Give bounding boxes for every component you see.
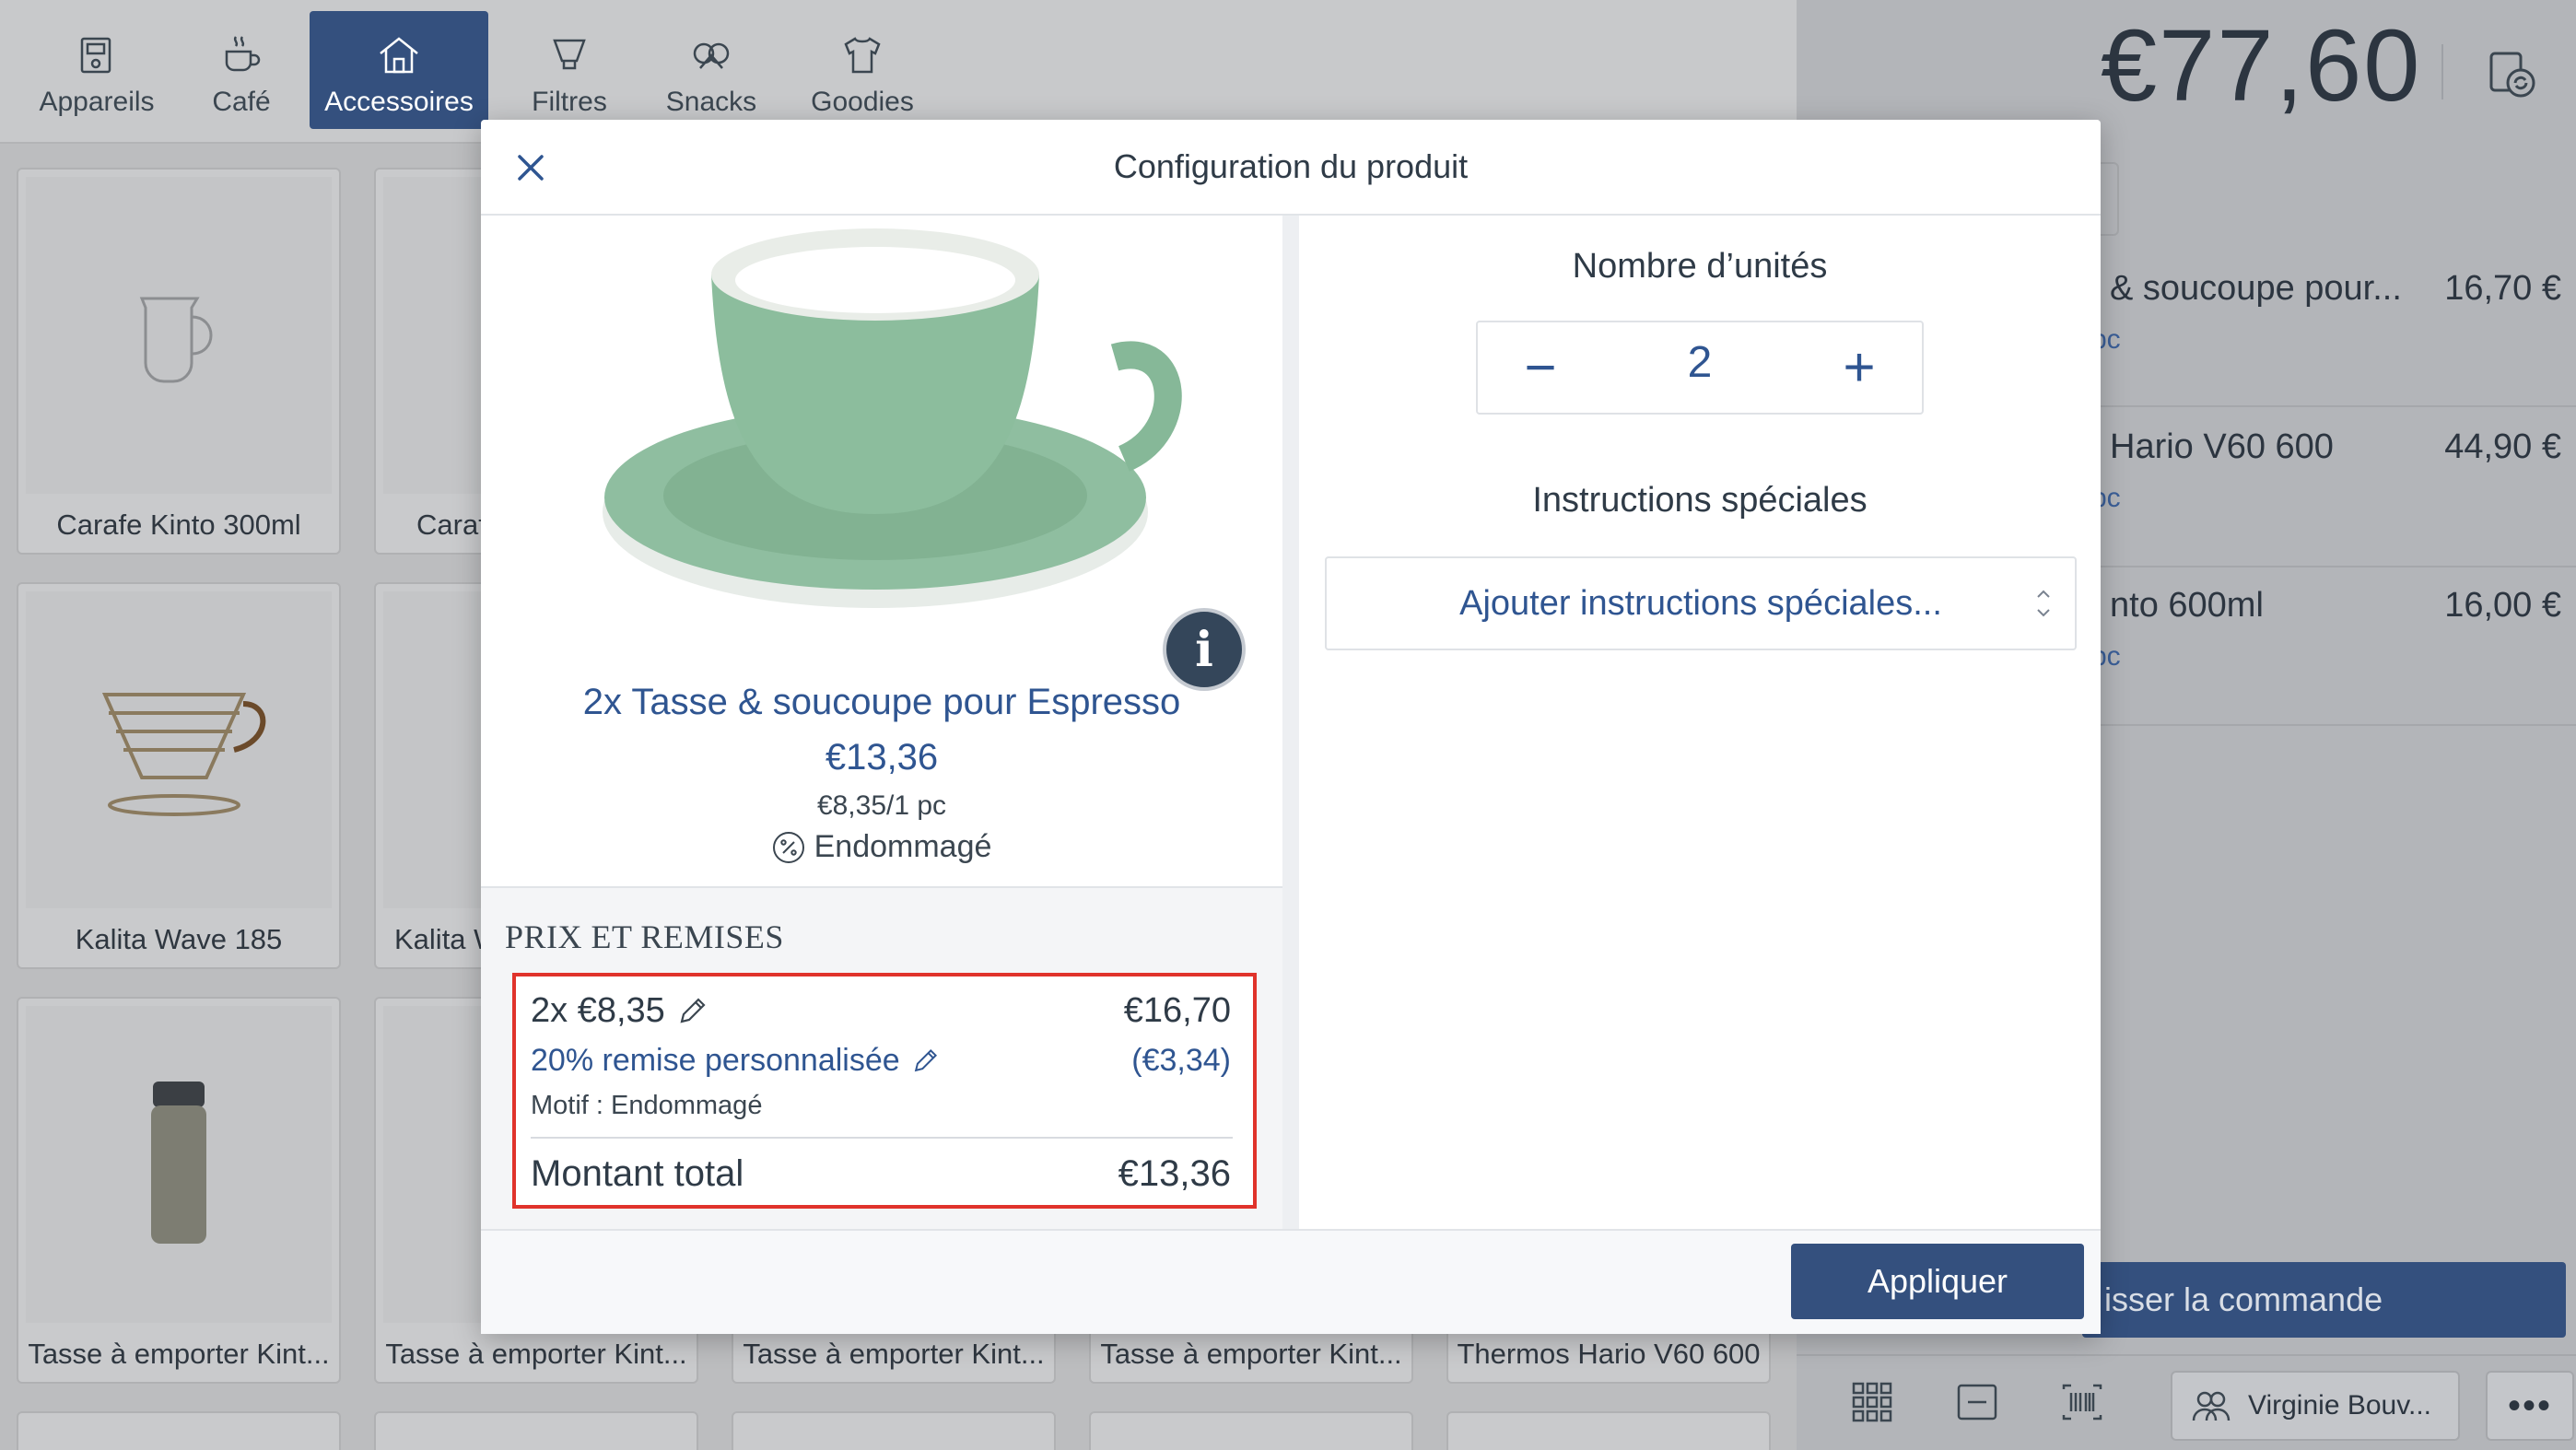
chevron-updown-icon xyxy=(2037,590,2050,617)
product-label: Tasse à emporter Kint... xyxy=(28,1338,330,1370)
category-label: Filtres xyxy=(532,87,607,117)
coffee-cup-icon xyxy=(225,36,261,72)
users-icon xyxy=(2192,1391,2231,1421)
pricing-section-title: PRIX ET REMISES xyxy=(505,918,784,955)
category-appareils[interactable]: Appareils xyxy=(18,11,175,129)
cart-item-name: & soucoupe pour... xyxy=(2110,269,2402,308)
product-tile[interactable] xyxy=(17,1411,341,1450)
category-label: Appareils xyxy=(39,87,155,117)
product-tile[interactable] xyxy=(1089,1411,1413,1450)
customer-switch-icon[interactable] xyxy=(2484,46,2541,103)
filter-icon xyxy=(553,39,586,70)
close-icon[interactable] xyxy=(509,146,553,190)
discount-reason-label: Endommagé xyxy=(814,829,992,864)
modal-title: Configuration du produit xyxy=(1113,147,1469,185)
discount-motif: Motif : Endommagé xyxy=(531,1091,763,1120)
discount-reason: Endommagé xyxy=(483,829,1281,865)
apply-button[interactable]: Appliquer xyxy=(1791,1244,2084,1319)
modal-divider xyxy=(1282,216,1299,1229)
product-price: €13,36 xyxy=(825,737,939,778)
product-tile[interactable]: Carafe Kinto 300ml xyxy=(17,168,341,555)
cart-item-name: nto 600ml xyxy=(2110,586,2264,625)
discount-row[interactable]: 20% remise personnalisée xyxy=(531,1043,941,1079)
cart-total: €77,60 xyxy=(2101,9,2422,123)
discount-line: 20% remise personnalisée xyxy=(531,1043,900,1078)
home-icon xyxy=(380,37,418,74)
place-order-button[interactable]: isser la commande xyxy=(2082,1262,2566,1338)
appliance-icon xyxy=(80,37,111,74)
discount-amount: (€3,34) xyxy=(1131,1043,1231,1078)
pretzel-icon xyxy=(693,42,730,69)
decrement-button[interactable]: − xyxy=(1511,332,1570,402)
divider xyxy=(2441,44,2443,99)
increment-button[interactable]: + xyxy=(1830,332,1889,402)
total-label: Montant total xyxy=(531,1153,744,1194)
category-goodies[interactable]: Goodies xyxy=(792,11,932,129)
pencil-icon[interactable] xyxy=(674,994,709,1029)
unit-price-row[interactable]: 2x €8,35 xyxy=(531,991,709,1031)
product-tile[interactable]: Tasse à emporter Kint... xyxy=(17,997,341,1384)
tshirt-icon xyxy=(844,37,881,74)
unit-price-amount: €16,70 xyxy=(1123,991,1231,1030)
category-label: Accessoires xyxy=(324,87,474,117)
category-label: Café xyxy=(212,87,271,117)
units-label: Nombre d’unités xyxy=(1572,247,1828,286)
minus-box-icon[interactable] xyxy=(1953,1378,2001,1426)
product-name: 2x Tasse & soucoupe pour Espresso xyxy=(582,682,1181,722)
percent-icon xyxy=(772,831,804,863)
product-unit-price: €8,35/1 pc xyxy=(816,790,947,821)
grid-view-icon[interactable] xyxy=(1848,1378,1896,1426)
category-filtres[interactable]: Filtres xyxy=(505,11,634,129)
category-cafe[interactable]: Café xyxy=(184,11,299,129)
category-label: Snacks xyxy=(665,87,757,117)
product-info-button[interactable]: i xyxy=(1163,608,1246,691)
product-image xyxy=(26,1006,332,1323)
product-tile[interactable] xyxy=(374,1411,698,1450)
pencil-icon[interactable] xyxy=(909,1046,941,1077)
category-snacks[interactable]: Snacks xyxy=(645,11,778,129)
product-label: Tasse à emporter Kint... xyxy=(1100,1338,1402,1370)
product-image xyxy=(26,591,332,908)
product-tile[interactable] xyxy=(732,1411,1056,1450)
special-instructions-field[interactable]: Ajouter instructions spéciales... xyxy=(1325,556,2077,650)
product-label: Thermos Hario V60 600 xyxy=(1457,1338,1761,1370)
product-tile[interactable]: Kalita Wave 185 xyxy=(17,582,341,969)
more-menu-button[interactable]: ••• xyxy=(2486,1371,2574,1441)
quantity-value[interactable]: 2 xyxy=(1649,337,1751,388)
cart-item-price: 16,70 € xyxy=(2444,269,2561,308)
user-name: Virginie Bouv... xyxy=(2248,1390,2431,1421)
cart-item-name: Hario V60 600 xyxy=(2110,427,2334,466)
divider xyxy=(531,1137,1233,1139)
product-label: Kalita Wave 185 xyxy=(75,923,283,955)
product-image xyxy=(603,228,1182,608)
user-selector[interactable]: Virginie Bouv... xyxy=(2171,1371,2460,1441)
cart-item-price: 44,90 € xyxy=(2444,427,2561,466)
product-image xyxy=(26,177,332,494)
product-label: Tasse à emporter Kint... xyxy=(385,1338,687,1370)
instructions-label: Instructions spéciales xyxy=(1532,481,1868,520)
product-tile[interactable] xyxy=(1446,1411,1771,1450)
barcode-icon[interactable] xyxy=(2058,1378,2106,1426)
category-label: Goodies xyxy=(811,87,914,117)
cart-item-price: 16,00 € xyxy=(2444,586,2561,625)
category-accessoires[interactable]: Accessoires xyxy=(310,11,488,129)
total-amount: €13,36 xyxy=(1118,1153,1231,1194)
product-label: Tasse à emporter Kint... xyxy=(743,1338,1045,1370)
product-label: Carafe Kinto 300ml xyxy=(56,509,301,541)
unit-price-line: 2x €8,35 xyxy=(531,991,665,1030)
